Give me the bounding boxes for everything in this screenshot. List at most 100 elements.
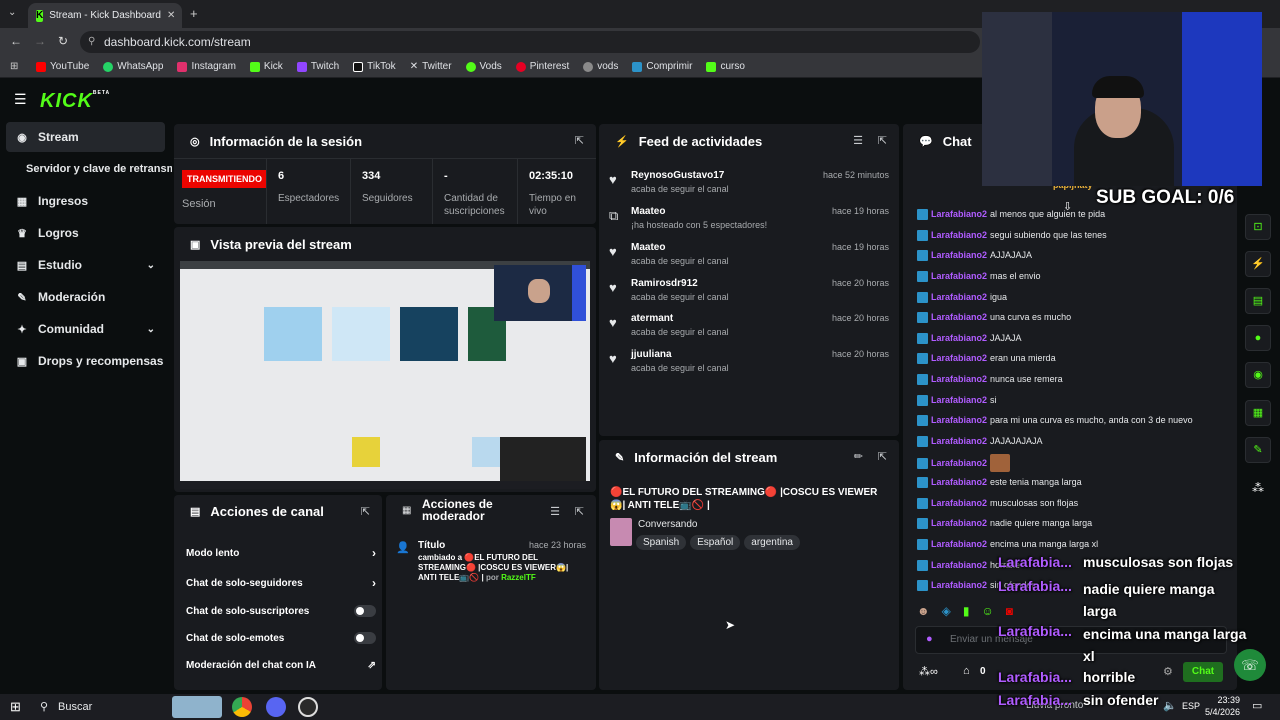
sidebar-item-estudio[interactable]: ▤ Estudio ⌄ bbox=[6, 250, 165, 280]
clock-date[interactable]: 5/4/2026 bbox=[1200, 707, 1240, 717]
tag[interactable]: Spanish bbox=[636, 535, 687, 550]
feed-user[interactable]: Maateo bbox=[631, 242, 665, 253]
notification-icon[interactable]: ▭ bbox=[1252, 699, 1262, 712]
bookmark-pinterest[interactable]: Pinterest bbox=[515, 61, 569, 72]
rail-broadcast-icon[interactable]: ◉ bbox=[1245, 362, 1271, 388]
bookmark-youtube[interactable]: YouTube bbox=[36, 61, 89, 72]
bookmark-instagram[interactable]: Instagram bbox=[177, 61, 236, 72]
language-indicator[interactable]: ESP bbox=[1182, 701, 1200, 711]
chat-username[interactable]: Larafabiano2 bbox=[931, 477, 987, 487]
chat-username[interactable]: Larafabiano2 bbox=[931, 374, 987, 384]
emote-icon[interactable]: ◈ bbox=[942, 604, 951, 618]
chat-username[interactable]: Larafabiano2 bbox=[931, 436, 987, 446]
tab-list-icon[interactable]: ⌄ bbox=[8, 7, 16, 18]
popout-icon[interactable]: ⇱ bbox=[575, 134, 584, 147]
rail-chat-icon[interactable]: ● bbox=[1245, 325, 1271, 351]
microphone-icon[interactable]: ● bbox=[926, 633, 933, 645]
popout-icon[interactable]: ⇱ bbox=[575, 505, 584, 518]
chat-username[interactable]: Larafabiano2 bbox=[931, 458, 987, 468]
discord-icon[interactable] bbox=[266, 697, 286, 717]
bookmark-twitch[interactable]: Twitch bbox=[296, 61, 339, 72]
chat-username[interactable]: Larafabiano2 bbox=[931, 539, 987, 549]
feed-user[interactable]: ReynosoGustavo17 bbox=[631, 170, 724, 181]
tag[interactable]: Español bbox=[690, 535, 741, 550]
rail-scan-icon[interactable]: ⊡ bbox=[1245, 214, 1271, 240]
rail-wrench-icon[interactable]: ✎ bbox=[1245, 437, 1271, 463]
bookmark-comprimir[interactable]: Comprimir bbox=[632, 61, 692, 72]
rail-document-icon[interactable]: ▤ bbox=[1245, 288, 1271, 314]
feed-user[interactable]: atermant bbox=[631, 313, 673, 324]
gift-icon[interactable]: ⌂ bbox=[963, 665, 970, 677]
close-tab-icon[interactable]: ✕ bbox=[167, 10, 175, 21]
bookmark-kick[interactable]: Kick bbox=[249, 61, 283, 72]
bookmark-vods-2[interactable]: vods bbox=[583, 61, 618, 72]
kick-logo[interactable]: KICKBETA bbox=[40, 90, 110, 113]
chat-username[interactable]: Larafabiano2 bbox=[931, 271, 987, 281]
subscribers-only-toggle[interactable] bbox=[354, 605, 376, 617]
chat-username[interactable]: Larafabiano2 bbox=[931, 560, 987, 570]
sidebar-item-moderacion[interactable]: ✎ Moderación bbox=[6, 282, 165, 312]
volume-icon[interactable]: 🔈 bbox=[1163, 699, 1177, 712]
site-info-icon[interactable]: ⚲ bbox=[88, 31, 95, 53]
edit-icon[interactable]: ✏ bbox=[854, 450, 863, 463]
emote-icon[interactable]: ◙ bbox=[1006, 604, 1013, 618]
chat-username[interactable]: Larafabiano2 bbox=[931, 333, 987, 343]
back-icon[interactable]: ← bbox=[10, 34, 22, 48]
bookmark-vods[interactable]: Vods bbox=[465, 61, 502, 72]
help-icon[interactable]: ☏ bbox=[1234, 649, 1266, 681]
bookmark-twitter[interactable]: ✕ Twitter bbox=[410, 61, 452, 72]
popout-icon[interactable]: ⇱ bbox=[878, 450, 887, 463]
feed-user[interactable]: jjuuliana bbox=[631, 349, 672, 360]
chat-username[interactable]: Larafabiano2 bbox=[931, 395, 987, 405]
chat-username[interactable]: Larafabiano2 bbox=[931, 580, 987, 590]
points-icon[interactable]: ⁂∞ bbox=[919, 665, 938, 678]
tag[interactable]: argentina bbox=[744, 535, 800, 550]
sidebar-item-logros[interactable]: ♛ Logros bbox=[6, 218, 165, 248]
bookmark-tiktok[interactable]: TikTok bbox=[353, 61, 396, 72]
category-thumbnail[interactable] bbox=[610, 518, 632, 546]
filter-icon[interactable]: ☰ bbox=[853, 134, 863, 147]
feed-user[interactable]: Ramirosdr912 bbox=[631, 278, 698, 289]
sidebar-item-ingresos[interactable]: ▦ Ingresos bbox=[6, 186, 165, 216]
emote-icon[interactable]: ▮ bbox=[963, 604, 970, 618]
chat-username[interactable]: Larafabiano2 bbox=[931, 518, 987, 528]
chat-username[interactable]: Larafabiano2 bbox=[931, 415, 987, 425]
reload-icon[interactable]: ↻ bbox=[58, 34, 68, 48]
sidebar-item-stream[interactable]: ◉ Stream bbox=[6, 122, 165, 152]
sidebar-item-server-key[interactable]: Servidor y clave de retransmisión bbox=[6, 154, 172, 184]
emote-icon[interactable]: ☺ bbox=[981, 604, 993, 618]
url-field[interactable]: ⚲ dashboard.kick.com/stream bbox=[80, 31, 980, 53]
new-tab-icon[interactable]: + bbox=[190, 6, 198, 21]
rail-lightning-icon[interactable]: ⚡ bbox=[1245, 251, 1271, 277]
category-name[interactable]: Conversando bbox=[638, 519, 697, 530]
chat-username[interactable]: Larafabiano2 bbox=[931, 312, 987, 322]
followers-only-option[interactable]: Chat de solo-seguidores › bbox=[186, 570, 376, 596]
popout-icon[interactable]: ⇱ bbox=[878, 134, 887, 147]
emote-icon[interactable]: ☻ bbox=[917, 604, 930, 618]
popout-icon[interactable]: ⇱ bbox=[361, 505, 370, 518]
obs-icon[interactable] bbox=[298, 697, 318, 717]
clock-time[interactable]: 23:39 bbox=[1208, 695, 1240, 705]
slow-mode-option[interactable]: Modo lento › bbox=[186, 540, 376, 566]
rail-list-icon[interactable]: ▦ bbox=[1245, 400, 1271, 426]
log-entry-moderator[interactable]: RazzelTF bbox=[501, 573, 536, 582]
bookmark-curso[interactable]: curso bbox=[706, 61, 745, 72]
apps-icon[interactable]: ⊞ bbox=[10, 61, 18, 72]
sidebar-item-drops[interactable]: ▣ Drops y recompensas bbox=[6, 346, 165, 376]
ai-moderation-option[interactable]: Moderación del chat con IA ⇗ bbox=[186, 652, 376, 678]
chat-username[interactable]: Larafabiano2 bbox=[931, 230, 987, 240]
chat-username[interactable]: Larafabiano2 bbox=[931, 292, 987, 302]
windows-start-icon[interactable]: ⊞ bbox=[10, 699, 21, 715]
chat-username[interactable]: Larafabiano2 bbox=[931, 250, 987, 260]
hamburger-menu-icon[interactable]: ☰ bbox=[14, 91, 27, 108]
forward-icon[interactable]: → bbox=[34, 34, 46, 48]
feed-user[interactable]: Maateo bbox=[631, 206, 665, 217]
rail-more-icon[interactable]: ⁂ bbox=[1252, 481, 1264, 495]
emotes-only-toggle[interactable] bbox=[354, 632, 376, 644]
stream-preview-video[interactable] bbox=[180, 261, 590, 489]
filter-icon[interactable]: ☰ bbox=[550, 505, 560, 518]
bookmark-whatsapp[interactable]: WhatsApp bbox=[103, 61, 163, 72]
browser-tab[interactable]: K Stream - Kick Dashboard ✕ bbox=[28, 3, 182, 28]
chat-username[interactable]: Larafabiano2 bbox=[931, 353, 987, 363]
sidebar-item-comunidad[interactable]: ✦ Comunidad ⌄ bbox=[6, 314, 165, 344]
